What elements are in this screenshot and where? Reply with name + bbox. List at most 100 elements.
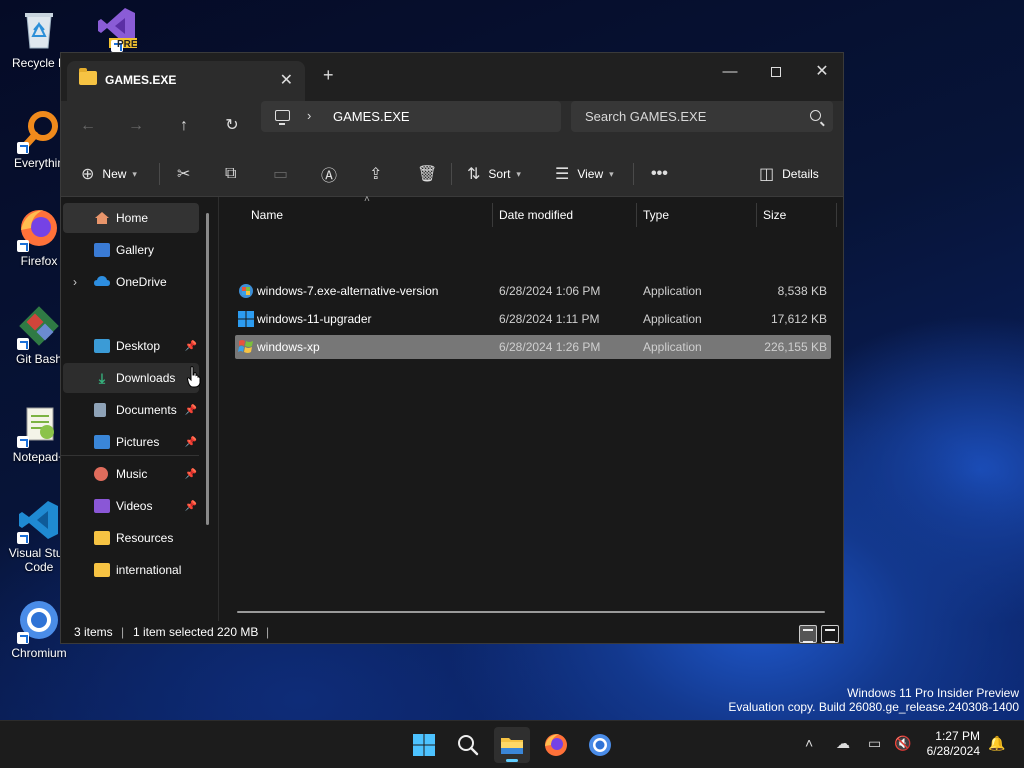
view-list-icon: ☰ — [555, 166, 570, 183]
everything-search-icon — [17, 108, 61, 154]
nav-label: Home — [116, 211, 149, 225]
git-bash-icon — [17, 304, 61, 350]
home-icon — [94, 211, 110, 225]
search-input[interactable]: Search GAMES.EXE — [571, 101, 833, 132]
chevron-down-icon: ▾ — [132, 168, 137, 179]
copy-button[interactable]: ⧉ — [225, 162, 236, 186]
details-label: Details — [782, 167, 819, 181]
preview-badge: PRE — [117, 39, 138, 50]
column-header-size[interactable]: Size — [763, 203, 786, 227]
maximize-icon — [771, 67, 781, 78]
file-row[interactable]: windows-7.exe-alternative-version 6/28/2… — [235, 279, 831, 303]
share-button[interactable]: ⇪ — [369, 162, 382, 186]
column-separator[interactable] — [492, 203, 493, 227]
item-count: 3 items — [74, 625, 113, 639]
tab-close-icon[interactable]: ✕ — [280, 70, 293, 90]
column-headers: ˄ Name Date modified Type Size — [219, 194, 843, 227]
view-button[interactable]: ☰ View ▾ — [555, 162, 614, 186]
column-separator[interactable] — [636, 203, 637, 227]
file-name: windows-xp — [257, 340, 320, 354]
title-bar[interactable]: GAMES.EXE ✕ + — ✕ — [61, 53, 843, 101]
file-row[interactable]: windows-xp 6/28/2024 1:26 PM Application… — [235, 335, 831, 359]
chromium-icon — [17, 598, 61, 644]
forward-button[interactable]: → — [123, 113, 149, 139]
chevron-right-icon[interactable]: › — [307, 108, 311, 123]
cloud-offline-icon[interactable]: ☁ — [836, 735, 850, 752]
pin-icon: 📌 — [184, 404, 197, 416]
command-bar: ⊕ New ▾ ✂ ⧉ ▭ Ⓐ ⇪ 🗑 ⇅ Sort ▾ ☰ View ▾ ••… — [61, 149, 843, 197]
file-explorer-taskbar-button[interactable] — [494, 727, 530, 763]
desktop-icon-visual-studio-preview[interactable]: PRE — [78, 4, 156, 52]
selection-count: 1 item selected — [133, 625, 214, 639]
vscode-icon — [17, 498, 61, 544]
tab-title: GAMES.EXE — [105, 73, 177, 87]
firefox-taskbar-button[interactable] — [538, 727, 574, 763]
column-header-name[interactable]: Name — [251, 203, 283, 227]
column-header-date[interactable]: Date modified — [499, 203, 573, 227]
status-divider: | — [266, 625, 270, 639]
new-label: New — [102, 167, 127, 181]
view-label: View — [577, 167, 604, 181]
start-button[interactable] — [406, 727, 442, 763]
maximize-button[interactable] — [753, 57, 799, 87]
nav-item-videos[interactable]: Videos 📌 — [63, 491, 199, 521]
file-name: windows-7.exe-alternative-version — [257, 284, 439, 298]
horizontal-scrollbar[interactable] — [237, 611, 825, 613]
nav-item-desktop[interactable]: Desktop 📌 — [63, 331, 199, 361]
column-header-type[interactable]: Type — [643, 203, 669, 227]
nav-item-home[interactable]: Home — [63, 203, 199, 233]
delete-button[interactable]: 🗑 — [417, 162, 437, 186]
network-icon[interactable]: ▭ — [868, 735, 881, 752]
sort-button[interactable]: ⇅ Sort ▾ — [467, 162, 521, 186]
share-icon: ⇪ — [369, 166, 383, 183]
close-window-button[interactable]: ✕ — [799, 57, 845, 87]
tab-games-exe[interactable]: GAMES.EXE ✕ — [67, 61, 305, 101]
details-pane-button[interactable]: ◫ Details — [759, 162, 819, 186]
nav-item-international[interactable]: international — [63, 555, 199, 585]
nav-label: Downloads — [116, 371, 176, 385]
navigation-scrollbar[interactable] — [206, 213, 209, 525]
file-explorer-window: GAMES.EXE ✕ + — ✕ ← → ↑ ↻ › GAMES.EXE Se… — [60, 52, 844, 644]
rename-button[interactable]: Ⓐ — [321, 162, 337, 186]
paste-button[interactable]: ▭ — [273, 162, 288, 186]
chromium-taskbar-button[interactable] — [582, 727, 618, 763]
volume-muted-icon[interactable]: 🔇 — [894, 735, 911, 752]
nav-item-onedrive[interactable]: › OneDrive — [63, 267, 199, 297]
nav-item-gallery[interactable]: Gallery — [63, 235, 199, 265]
chevron-right-icon[interactable]: › — [73, 275, 77, 289]
column-separator[interactable] — [756, 203, 757, 227]
address-path[interactable]: GAMES.EXE — [333, 109, 410, 124]
selection-size: 220 MB — [217, 625, 259, 639]
search-button[interactable] — [450, 727, 486, 763]
notification-bell-icon[interactable]: 🔔 — [988, 735, 1005, 752]
refresh-button[interactable]: ↻ — [219, 113, 245, 139]
tiles-view-toggle[interactable] — [821, 625, 839, 643]
nav-item-pictures[interactable]: Pictures 📌 — [63, 427, 199, 457]
nav-item-music[interactable]: Music 📌 — [63, 459, 199, 489]
column-separator[interactable] — [836, 203, 837, 227]
up-button[interactable]: ↑ — [171, 113, 197, 139]
back-button[interactable]: ← — [75, 113, 101, 139]
documents-icon — [94, 403, 106, 417]
file-row[interactable]: windows-11-upgrader 6/28/2024 1:11 PM Ap… — [235, 307, 831, 331]
file-date-modified: 6/28/2024 1:06 PM — [499, 284, 601, 298]
new-button[interactable]: ⊕ New ▾ — [81, 162, 137, 186]
nav-item-resources[interactable]: Resources — [63, 523, 199, 553]
search-icon — [810, 110, 821, 121]
details-view-toggle[interactable] — [799, 625, 817, 643]
nav-item-downloads[interactable]: ⤓ Downloads — [63, 363, 199, 393]
minimize-button[interactable]: — — [707, 57, 753, 87]
active-indicator — [506, 759, 518, 762]
nav-item-documents[interactable]: Documents 📌 — [63, 395, 199, 425]
clock[interactable]: 1:27 PM 6/28/2024 — [927, 729, 980, 759]
status-bar: 3 items | 1 item selected 220 MB | — [61, 621, 843, 643]
shortcut-arrow-icon — [17, 142, 29, 154]
chevron-up-icon[interactable]: ˄ — [805, 735, 813, 751]
cut-button[interactable]: ✂ — [177, 162, 190, 186]
ellipsis-icon: ••• — [651, 165, 668, 182]
pin-icon: 📌 — [184, 500, 197, 512]
address-bar[interactable]: › GAMES.EXE — [261, 101, 561, 132]
new-tab-button[interactable]: + — [323, 65, 334, 86]
divider — [451, 163, 452, 185]
more-options-button[interactable]: ••• — [651, 162, 668, 186]
